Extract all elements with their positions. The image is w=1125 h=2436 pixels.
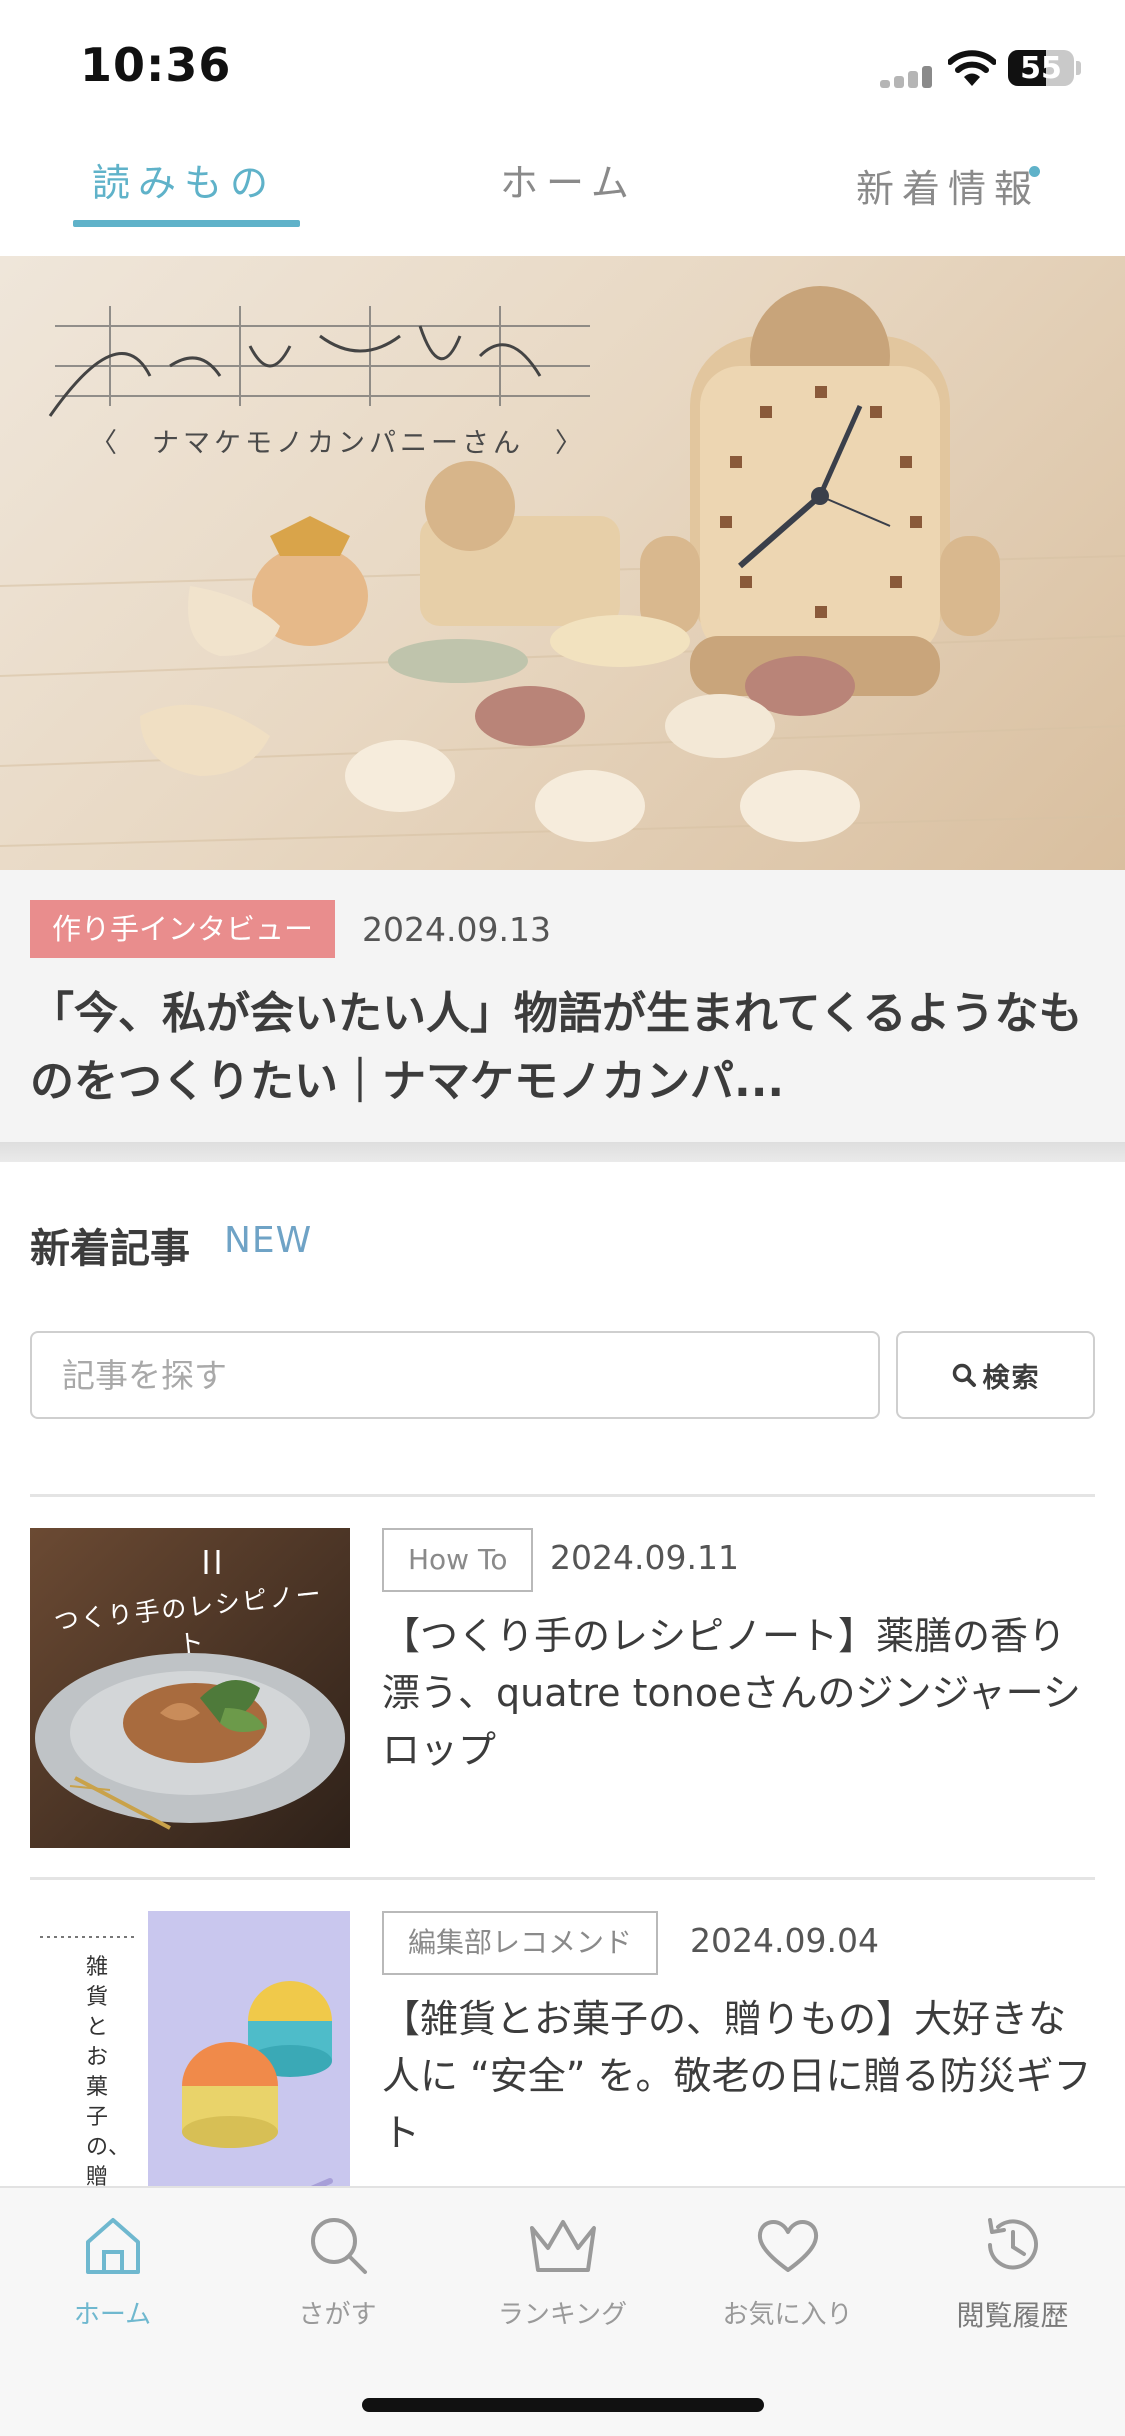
status-bar: 10:36 55	[0, 0, 1125, 130]
divider	[30, 1877, 1095, 1880]
article-tag: How To	[382, 1528, 534, 1592]
home-icon	[85, 2218, 140, 2274]
section-separator	[0, 1142, 1125, 1162]
article-card[interactable]: つくり手のレシピノート How To 2024.09.11 【つくり手のレシピノ…	[30, 1528, 1095, 1848]
hero-image-subtitle: 〈 ナマケモノカンパニーさん 〉	[90, 428, 586, 459]
history-icon	[987, 2218, 1038, 2270]
article-thumbnail: つくり手のレシピノート	[30, 1528, 350, 1848]
article-thumbnail: 雑貨とお菓子の、贈りもの	[30, 1911, 350, 2231]
section-title: 新着記事	[30, 1226, 190, 1272]
cellular-signal-icon	[880, 66, 936, 88]
nav-label: ホーム	[73, 2300, 152, 2330]
category-badge: 作り手インタビュー	[30, 900, 336, 958]
nav-ranking[interactable]: ランキング	[450, 2210, 675, 2360]
search-button[interactable]: 検索	[896, 1331, 1095, 1419]
article-date: 2024.09.04	[690, 1921, 879, 1960]
battery-level: 55	[1020, 51, 1062, 86]
section-subtitle: NEW	[224, 1220, 313, 1261]
article-tag: 編集部レコメンド	[382, 1911, 659, 1975]
nav-label: 閲覧履歴	[956, 2299, 1069, 2332]
wifi-icon	[948, 50, 996, 86]
article-title[interactable]: 【つくり手のレシピノート】薬膳の香り漂う、quatre tonoeさんのジンジャ…	[382, 1608, 1102, 1779]
home-indicator[interactable]	[362, 2398, 764, 2412]
search-button-label: 検索	[982, 1362, 1041, 1394]
top-tab-bar: 読みもの ホーム 新着情報	[0, 140, 1125, 256]
active-tab-indicator	[73, 220, 300, 227]
article-title[interactable]: 【雑貨とお菓子の、贈りもの】大好きな人に “安全” を。敬老の日に贈る防災ギフト	[382, 1991, 1102, 2162]
nav-label: ランキング	[497, 2300, 628, 2330]
divider	[30, 1494, 1095, 1497]
nav-home[interactable]: ホーム	[0, 2210, 225, 2360]
battery-icon: 55	[1008, 50, 1074, 86]
hero-article-info[interactable]: 作り手インタビュー 2024.09.13 「今、私が会いたい人」物語が生まれてく…	[0, 870, 1125, 1142]
heart-icon	[757, 2220, 818, 2272]
nav-label: お気に入り	[722, 2300, 853, 2330]
nav-label: さがす	[298, 2300, 377, 2330]
article-search-input[interactable]	[30, 1331, 880, 1419]
unread-dot	[1029, 166, 1040, 177]
status-time: 10:36	[80, 38, 232, 92]
search-icon	[952, 1363, 976, 1387]
hero-illustration	[0, 286, 1125, 847]
hero-image[interactable]: 〈 ナマケモノカンパニーさん 〉	[0, 256, 1125, 870]
search-icon	[310, 2218, 367, 2274]
crown-icon	[529, 2220, 596, 2272]
nav-history[interactable]: 閲覧履歴	[900, 2210, 1125, 2360]
tab-yomimono[interactable]: 読みもの	[92, 152, 276, 207]
tab-home[interactable]: ホーム	[500, 152, 637, 207]
article-card[interactable]: 雑貨とお菓子の、贈りもの 編集部レコメンド 2024.09.04 【雑貨とお菓子…	[30, 1911, 1095, 2231]
tab-news[interactable]: 新着情報	[856, 158, 1040, 213]
nav-search[interactable]: さがす	[225, 2210, 450, 2360]
article-date: 2024.09.11	[550, 1538, 739, 1577]
hero-title[interactable]: 「今、私が会いたい人」物語が生まれてくるようなものをつくりたい｜ナマケモノカンパ…	[30, 980, 1100, 1116]
hero-date: 2024.09.13	[362, 910, 551, 949]
battery-cap	[1076, 61, 1081, 75]
nav-favorites[interactable]: お気に入り	[675, 2210, 900, 2360]
